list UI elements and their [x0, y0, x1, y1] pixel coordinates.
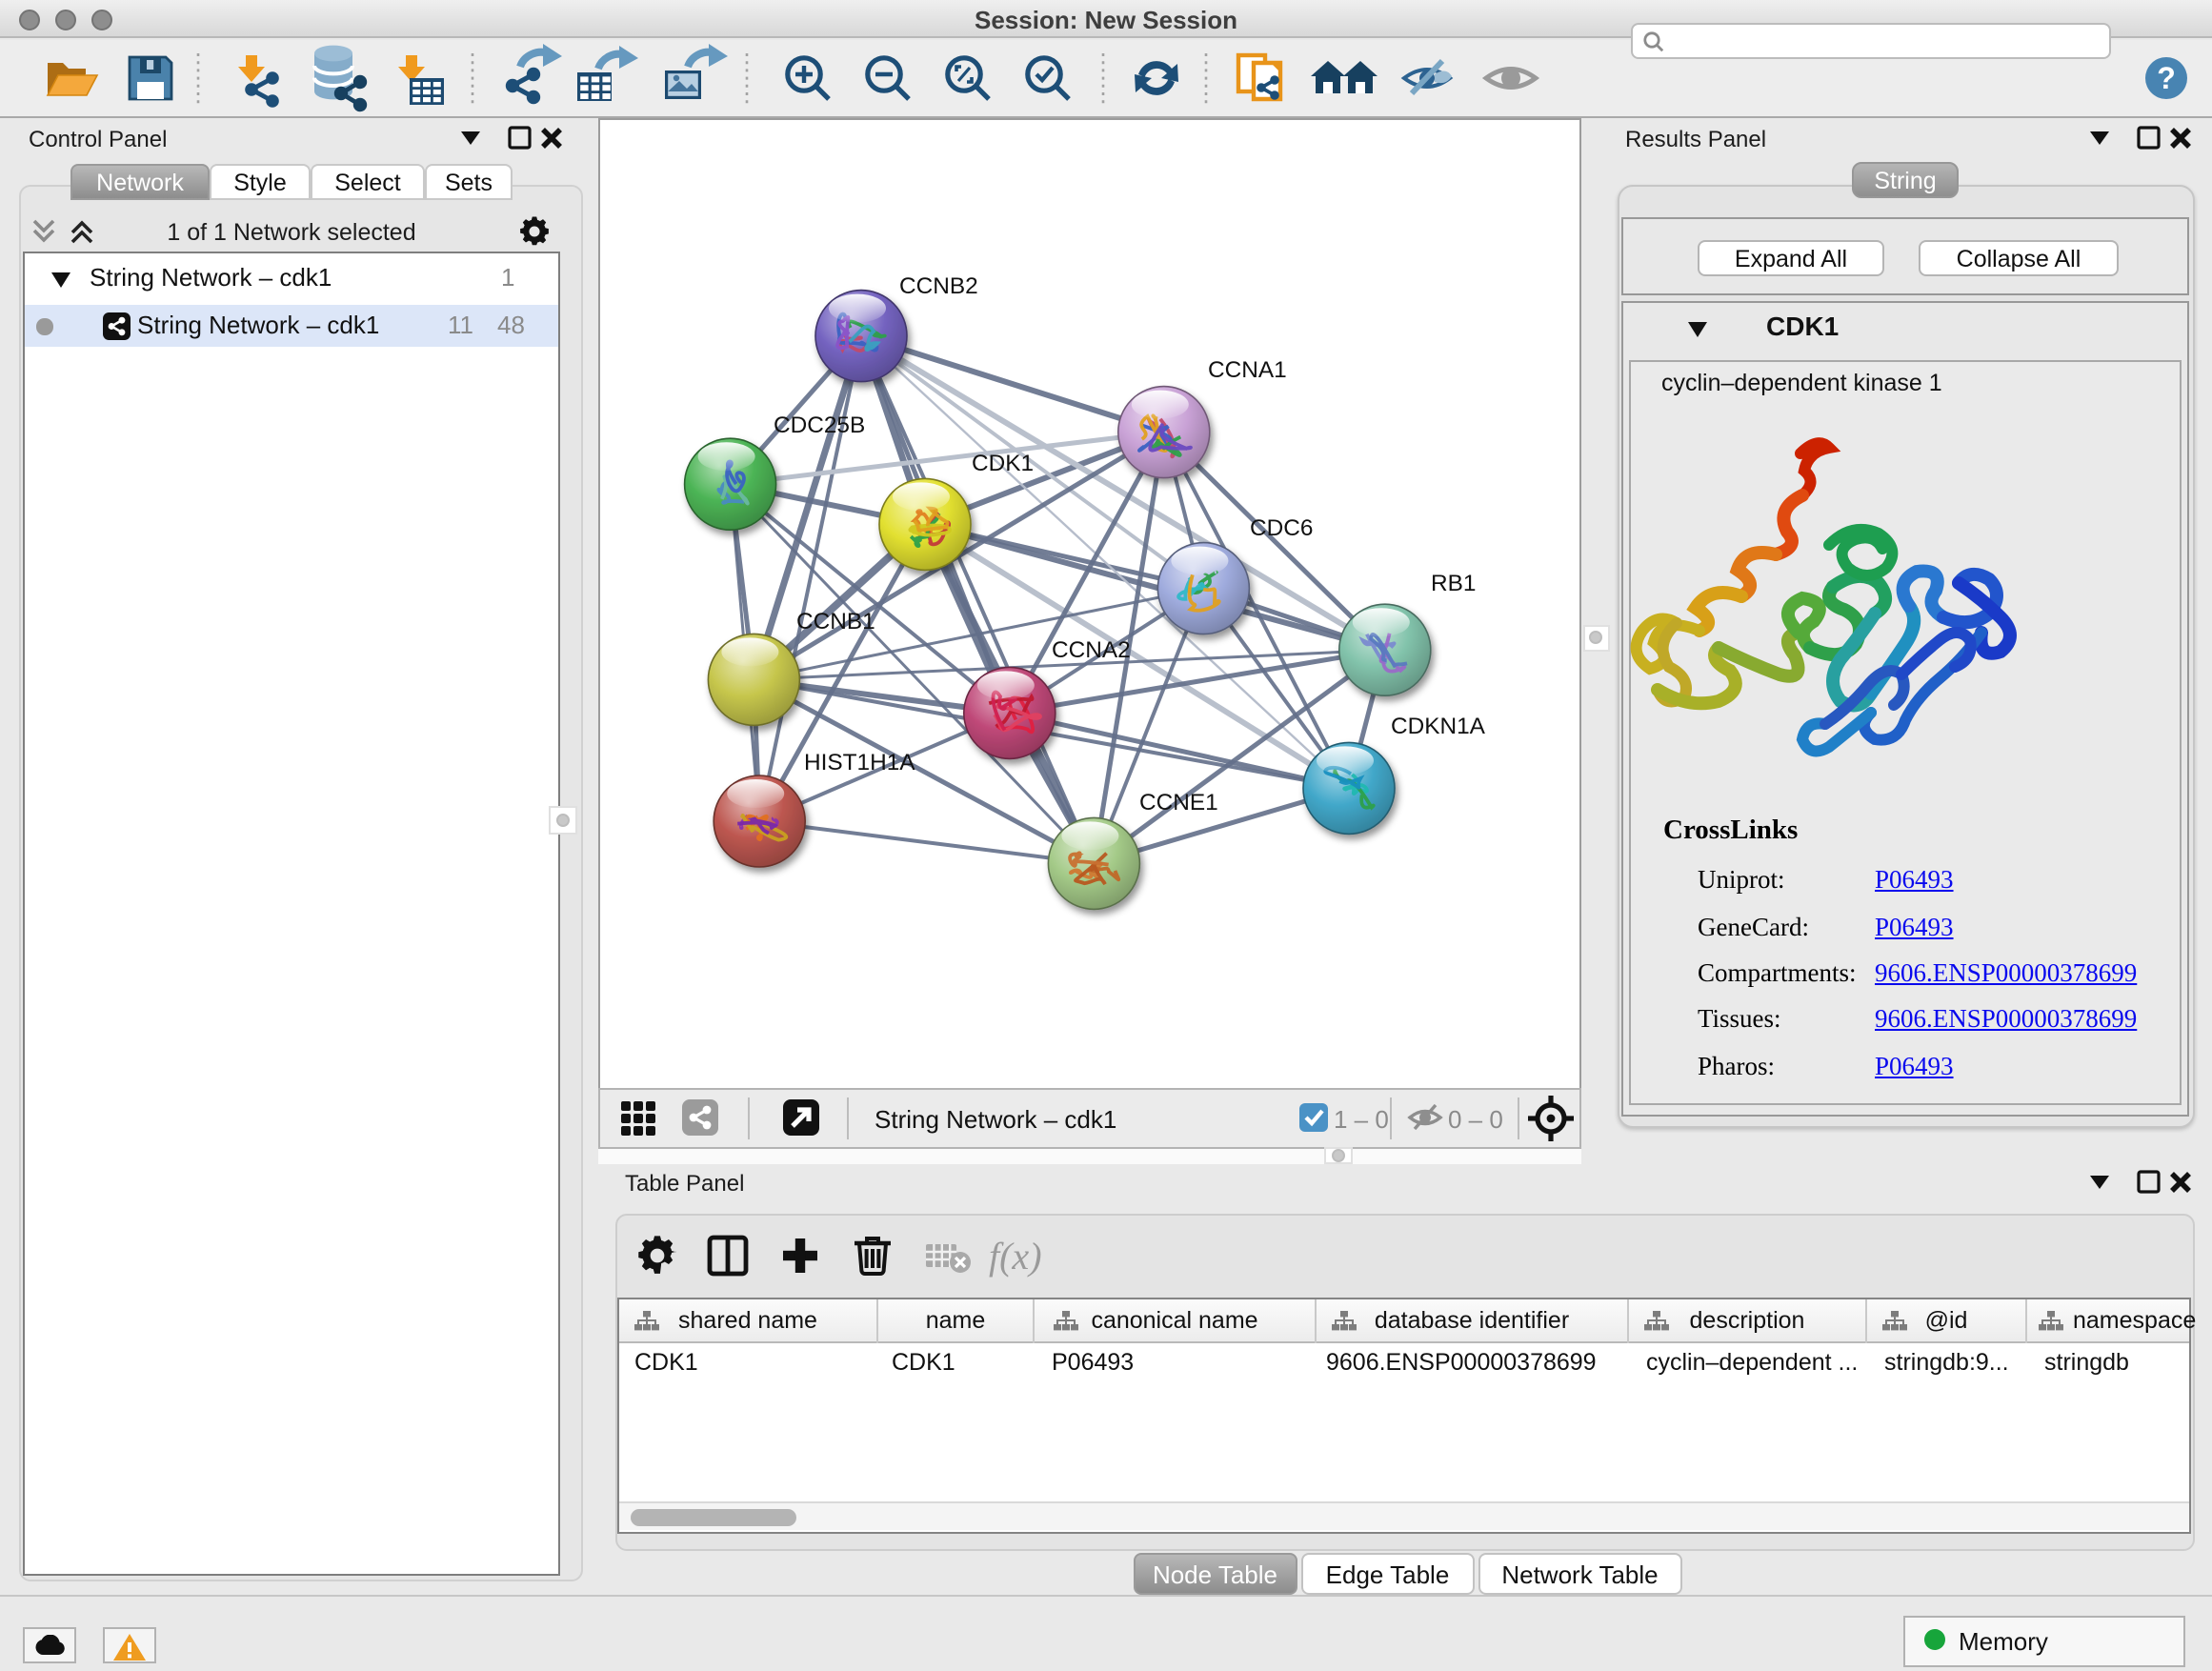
svg-text:CCNE1: CCNE1	[1139, 790, 1218, 815]
svg-text:CCNB2: CCNB2	[899, 273, 978, 299]
svg-text:RB1: RB1	[1431, 571, 1476, 596]
svg-text:CDC25B: CDC25B	[774, 413, 865, 438]
svg-text:CCNA2: CCNA2	[1052, 637, 1131, 663]
svg-text:?: ?	[2157, 61, 2176, 95]
svg-text:CCNB1: CCNB1	[796, 609, 875, 634]
svg-text:HIST1H1A: HIST1H1A	[804, 750, 915, 775]
svg-text:CDC6: CDC6	[1250, 515, 1313, 541]
svg-text:f(x): f(x)	[989, 1235, 1042, 1278]
svg-text:CDK1: CDK1	[972, 451, 1034, 476]
svg-text:CCNA1: CCNA1	[1208, 357, 1287, 383]
svg-text:CDKN1A: CDKN1A	[1391, 714, 1486, 739]
